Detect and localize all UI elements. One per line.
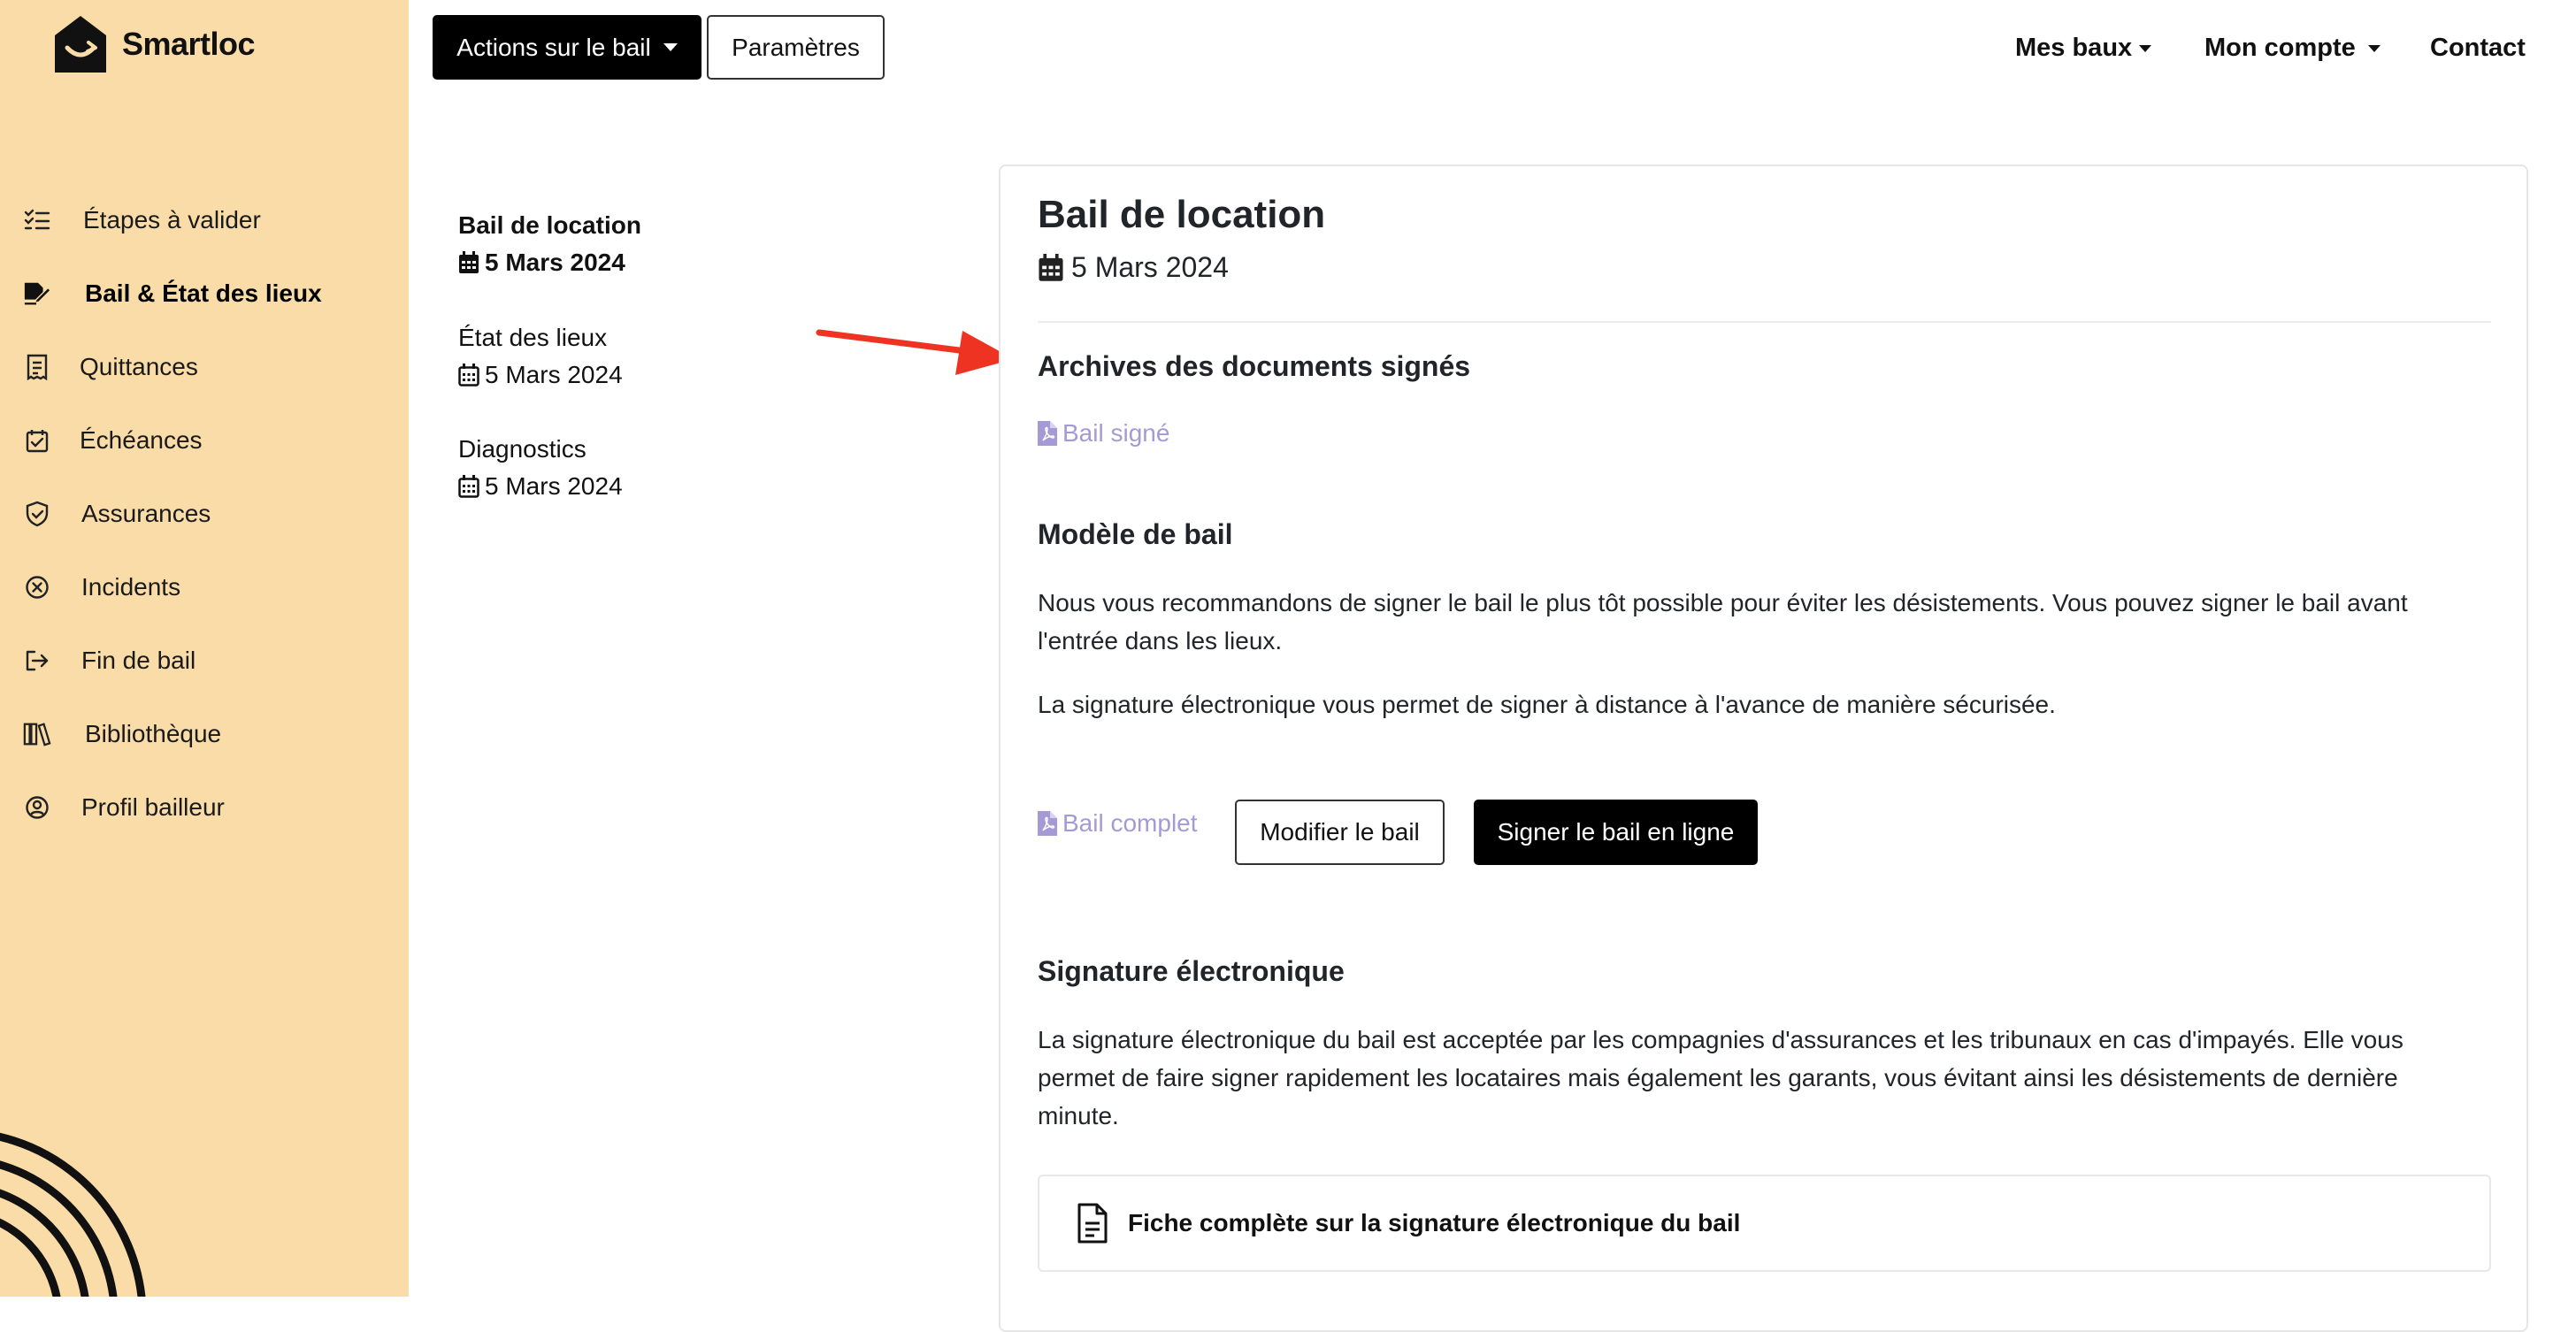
- decorative-circles: [0, 1132, 146, 1297]
- receipt-icon: [23, 353, 51, 381]
- doc-item-date: 5 Mars 2024: [458, 356, 623, 394]
- esign-guide-link[interactable]: Fiche complète sur la signature électron…: [1038, 1175, 2491, 1272]
- sidebar-item-incidents[interactable]: Incidents: [23, 565, 180, 609]
- signed-lease-link[interactable]: Bail signé: [1038, 419, 1169, 448]
- lease-card: Bail de location 5 Mars 2024 Archives de…: [999, 165, 2528, 1332]
- sidebar-item-label: Échéances: [80, 426, 203, 454]
- calendar-check-icon: [23, 426, 51, 455]
- sidebar-item-bail[interactable]: Bail & État des lieux: [23, 272, 322, 316]
- sidebar: Smartloc Étapes à valider Bail & État de…: [0, 0, 409, 1297]
- sidebar-item-label: Bail & État des lieux: [85, 279, 322, 307]
- doc-item-etat-des-lieux[interactable]: État des lieux 5 Mars 2024: [458, 319, 623, 394]
- doc-item-date-text: 5 Mars 2024: [485, 249, 625, 276]
- calendar-icon: [459, 251, 479, 273]
- divider: [1038, 321, 2491, 323]
- sidebar-item-assurances[interactable]: Assurances: [23, 492, 211, 536]
- caret-down-icon: [2367, 44, 2380, 52]
- archives-heading: Archives des documents signés: [1038, 350, 1471, 382]
- model-paragraph-2: La signature électronique vous permet de…: [1038, 691, 2056, 718]
- sign-lease-online-button[interactable]: Signer le bail en ligne: [1474, 800, 1758, 865]
- brand-name: Smartloc: [122, 26, 256, 62]
- doc-item-date-text: 5 Mars 2024: [485, 361, 623, 388]
- caret-down-icon: [663, 43, 678, 51]
- page-title: Bail de location: [1038, 193, 1326, 236]
- sidebar-item-label: Fin de bail: [81, 647, 196, 674]
- signed-lease-label: Bail signé: [1062, 419, 1170, 447]
- edit-lease-button[interactable]: Modifier le bail: [1235, 800, 1445, 865]
- file-pdf-icon: [1038, 811, 1057, 836]
- model-paragraph-1: Nous vous recommandons de signer le bail…: [1038, 589, 2408, 655]
- user-circle-icon: [23, 793, 51, 822]
- sidebar-item-label: Profil bailleur: [81, 793, 225, 821]
- calendar-icon: [458, 364, 479, 387]
- brand[interactable]: Smartloc: [50, 12, 256, 76]
- sidebar-item-label: Assurances: [81, 500, 211, 527]
- annotation-arrow-icon: [816, 329, 1014, 375]
- full-lease-label: Bail complet: [1062, 809, 1198, 837]
- model-heading: Modèle de bail: [1038, 518, 1233, 550]
- sidebar-item-label: Incidents: [81, 573, 181, 601]
- books-icon: [23, 720, 51, 748]
- doc-item-title: Bail de location: [458, 211, 641, 239]
- sign-lease-online-label: Signer le bail en ligne: [1497, 818, 1735, 846]
- sidebar-item-echeances[interactable]: Échéances: [23, 418, 203, 463]
- x-circle-icon: [23, 573, 51, 601]
- lease-actions-dropdown[interactable]: Actions sur le bail: [433, 15, 702, 80]
- doc-item-diagnostics[interactable]: Diagnostics 5 Mars 2024: [458, 431, 623, 505]
- settings-button[interactable]: Paramètres: [707, 15, 885, 80]
- doc-item-title: État des lieux: [458, 324, 608, 351]
- calendar-icon: [1039, 253, 1063, 281]
- contact-label: Contact: [2430, 34, 2526, 62]
- exit-icon: [23, 647, 51, 675]
- sidebar-item-etapes[interactable]: Étapes à valider: [23, 198, 261, 242]
- full-lease-link[interactable]: Bail complet: [1038, 809, 1198, 838]
- caret-down-icon: [2139, 44, 2152, 52]
- calendar-icon: [458, 475, 479, 498]
- file-text-icon: [1077, 1203, 1108, 1244]
- lease-date: 5 Mars 2024: [1038, 251, 1229, 284]
- my-account-label: Mon compte: [2204, 34, 2356, 62]
- edit-lease-label: Modifier le bail: [1260, 818, 1420, 846]
- contact-link[interactable]: Contact: [2430, 34, 2526, 63]
- sidebar-item-label: Bibliothèque: [85, 720, 222, 747]
- sidebar-item-label: Étapes à valider: [83, 206, 261, 233]
- sidebar-item-bibliotheque[interactable]: Bibliothèque: [23, 712, 221, 756]
- my-leases-dropdown[interactable]: Mes baux: [2015, 34, 2152, 63]
- doc-item-bail[interactable]: Bail de location 5 Mars 2024: [458, 207, 641, 281]
- house-smile-logo-icon: [55, 16, 106, 73]
- file-pdf-icon: [1038, 421, 1057, 446]
- sidebar-item-profil[interactable]: Profil bailleur: [23, 785, 225, 830]
- sidebar-item-label: Quittances: [80, 353, 198, 380]
- checklist-icon: [23, 206, 51, 234]
- doc-item-title: Diagnostics: [458, 435, 586, 463]
- sidebar-item-fin-de-bail[interactable]: Fin de bail: [23, 639, 196, 683]
- doc-item-date: 5 Mars 2024: [458, 468, 623, 505]
- esign-guide-label: Fiche complète sur la signature électron…: [1128, 1209, 1741, 1236]
- shield-check-icon: [23, 500, 51, 528]
- my-account-dropdown[interactable]: Mon compte: [2204, 34, 2380, 63]
- my-leases-label: Mes baux: [2015, 34, 2133, 62]
- esign-heading: Signature électronique: [1038, 955, 1345, 987]
- signature-icon: [23, 279, 51, 308]
- sidebar-item-quittances[interactable]: Quittances: [23, 345, 198, 389]
- settings-label: Paramètres: [732, 33, 860, 61]
- lease-date-text: 5 Mars 2024: [1071, 251, 1229, 283]
- doc-item-date-text: 5 Mars 2024: [485, 472, 623, 500]
- esign-paragraph: La signature électronique du bail est ac…: [1038, 1026, 2404, 1129]
- lease-actions-label: Actions sur le bail: [456, 33, 651, 61]
- doc-item-date: 5 Mars 2024: [458, 244, 641, 281]
